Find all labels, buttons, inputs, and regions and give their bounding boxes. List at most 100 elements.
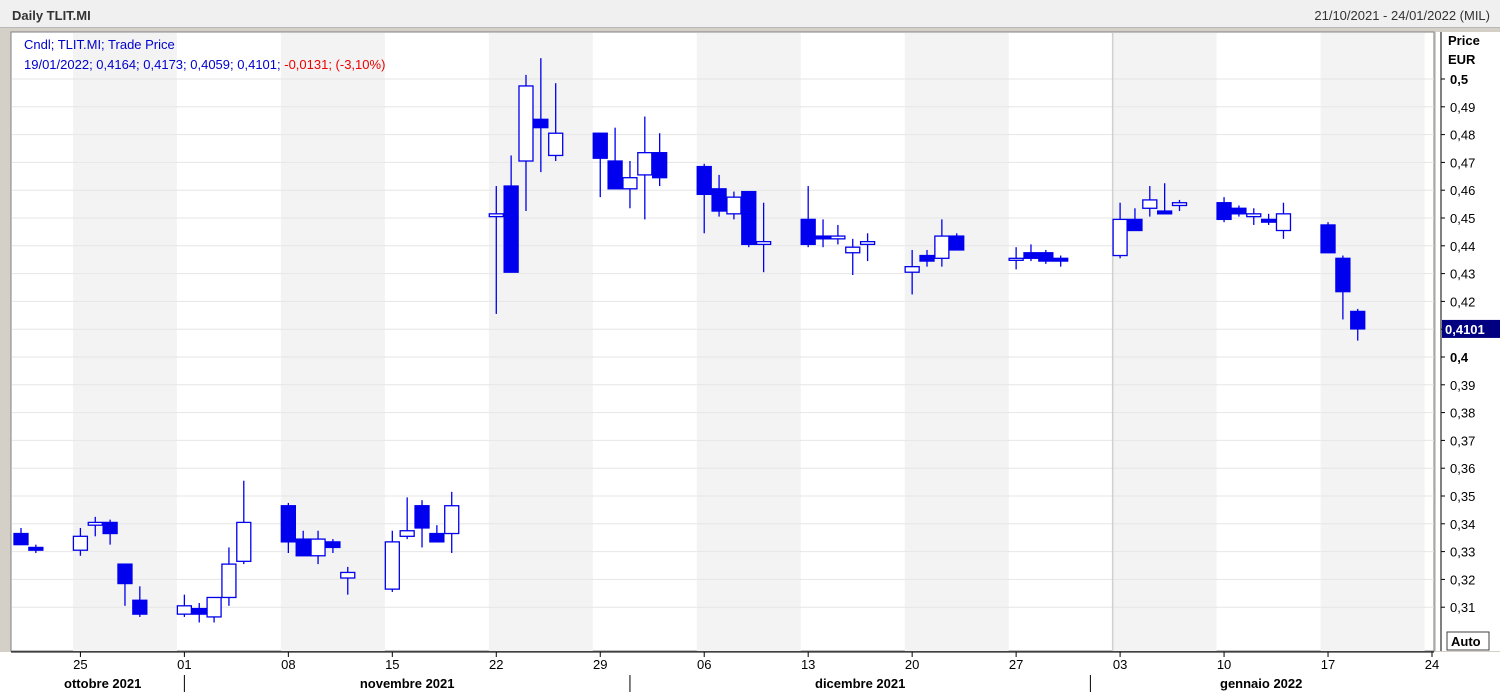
candle-body-up xyxy=(755,240,772,246)
price-axis-title: Price xyxy=(1448,33,1480,48)
candle-body-down xyxy=(102,521,118,535)
candle-body-down xyxy=(1053,257,1069,262)
y-tick-label: 0,48 xyxy=(1450,128,1475,143)
candle-body-up xyxy=(1008,257,1024,261)
candle xyxy=(741,190,757,248)
candle xyxy=(949,233,965,251)
chart-window: Daily TLIT.MI 21/10/2021 - 24/01/2022 (M… xyxy=(0,0,1500,694)
candle-body-up xyxy=(488,213,504,218)
y-tick-label: 0,37 xyxy=(1450,433,1475,448)
y-tick-label: 0,35 xyxy=(1450,489,1475,504)
x-tick-label: 01 xyxy=(177,657,191,672)
legend-change-values: -0,0131; (-3,10%) xyxy=(284,57,385,72)
candle-body-up xyxy=(444,505,460,535)
legend-line-1: Cndl; TLIT.MI; Trade Price xyxy=(24,37,175,52)
candle-body-down xyxy=(1127,218,1143,232)
legend-line-2: 19/01/2022; 0,4164; 0,4173; 0,4059; 0,41… xyxy=(24,57,385,72)
candle-body-up xyxy=(1112,218,1128,257)
candle-body-up xyxy=(1275,213,1292,232)
candle-body-up xyxy=(236,521,252,562)
candle-body-down xyxy=(1350,310,1366,330)
auto-scale-label: Auto xyxy=(1451,634,1481,649)
candle-body-down xyxy=(533,118,549,129)
y-tick-label: 0,38 xyxy=(1450,406,1475,421)
candle-body-down xyxy=(741,190,757,246)
x-tick-label: 13 xyxy=(801,657,815,672)
candle-body-up xyxy=(726,196,742,215)
candle-body-up xyxy=(176,605,193,615)
candle-body-down xyxy=(28,546,44,551)
candle-body-up xyxy=(845,246,861,254)
y-tick-label: 0,33 xyxy=(1450,545,1475,560)
y-tick-label: 0,45 xyxy=(1450,211,1475,226)
x-tick-label: 29 xyxy=(593,657,607,672)
x-tick-label: 20 xyxy=(905,657,919,672)
candle-body-down xyxy=(295,538,311,557)
candle-body-up xyxy=(622,177,638,190)
y-tick-label: 0,42 xyxy=(1450,294,1475,309)
candle-body-up xyxy=(221,563,237,599)
week-shading-band xyxy=(280,33,385,651)
candle-body-up xyxy=(1142,199,1158,209)
y-tick-label: 0,44 xyxy=(1450,239,1475,254)
candle-body-up xyxy=(399,530,415,537)
candle-body-up xyxy=(384,541,400,590)
candle-body-down xyxy=(132,599,148,615)
candle-body-down xyxy=(919,254,935,262)
candle-body-up xyxy=(904,265,920,273)
candle-body-down xyxy=(607,160,623,190)
x-tick-label: 24 xyxy=(1425,657,1439,672)
candle-body-down xyxy=(949,235,965,251)
y-tick-label: 0,43 xyxy=(1450,267,1475,282)
y-tick-label: 0,36 xyxy=(1450,461,1475,476)
week-shading-band xyxy=(696,33,801,651)
x-tick-label: 06 xyxy=(697,657,711,672)
x-tick-label: 17 xyxy=(1321,657,1335,672)
candle-body-down xyxy=(13,532,29,546)
y-tick-label: 0,4 xyxy=(1450,350,1469,365)
candle-body-down xyxy=(1231,207,1247,215)
candle-body-down xyxy=(280,505,296,543)
candle-body-up xyxy=(340,571,356,579)
candle-body-up xyxy=(518,85,534,162)
y-tick-label: 0,46 xyxy=(1450,183,1475,198)
x-tick-label: 08 xyxy=(281,657,295,672)
candle-body-up xyxy=(830,235,846,240)
month-label: gennaio 2022 xyxy=(1220,676,1302,691)
candle-body-up xyxy=(1171,202,1188,207)
y-tick-label: 0,47 xyxy=(1450,155,1475,170)
candle-body-down xyxy=(711,188,727,212)
candle-body-down xyxy=(592,132,608,159)
candle-body-down xyxy=(800,218,816,246)
x-tick-label: 15 xyxy=(385,657,399,672)
candle-body-up xyxy=(87,521,103,526)
legend-ohlc-values: 19/01/2022; 0,4164; 0,4173; 0,4059; 0,41… xyxy=(24,57,284,72)
month-label: novembre 2021 xyxy=(360,676,455,691)
candle-body-down xyxy=(1023,252,1039,259)
candle-body-up xyxy=(72,535,89,551)
week-shading-band xyxy=(1112,33,1217,651)
candle-body-down xyxy=(815,235,831,240)
last-price-label: 0,4101 xyxy=(1445,322,1485,337)
candle-body-up xyxy=(310,538,326,557)
candle-body-down xyxy=(1335,257,1351,293)
week-shading-band xyxy=(1320,33,1425,651)
candle-body-down xyxy=(696,165,712,196)
candle-body-down xyxy=(1320,224,1336,254)
candlestick-chart[interactable]: Cndl; TLIT.MI; Trade Price 19/01/2022; 0… xyxy=(0,0,1500,694)
candle-body-up xyxy=(637,152,653,176)
y-tick-label: 0,32 xyxy=(1450,572,1475,587)
candle-body-up xyxy=(548,132,564,157)
y-tick-label: 0,34 xyxy=(1450,517,1475,532)
y-tick-label: 0,39 xyxy=(1450,378,1475,393)
x-tick-label: 27 xyxy=(1009,657,1023,672)
candle-body-down xyxy=(1157,210,1173,215)
x-tick-label: 25 xyxy=(73,657,87,672)
candle-body-up xyxy=(934,235,950,259)
candle-body-up xyxy=(1246,213,1262,218)
candle-body-down xyxy=(1260,218,1277,223)
y-tick-label: 0,31 xyxy=(1450,600,1475,615)
candle-body-down xyxy=(117,563,133,585)
candle xyxy=(1320,222,1336,254)
week-shading-band xyxy=(904,33,1009,651)
